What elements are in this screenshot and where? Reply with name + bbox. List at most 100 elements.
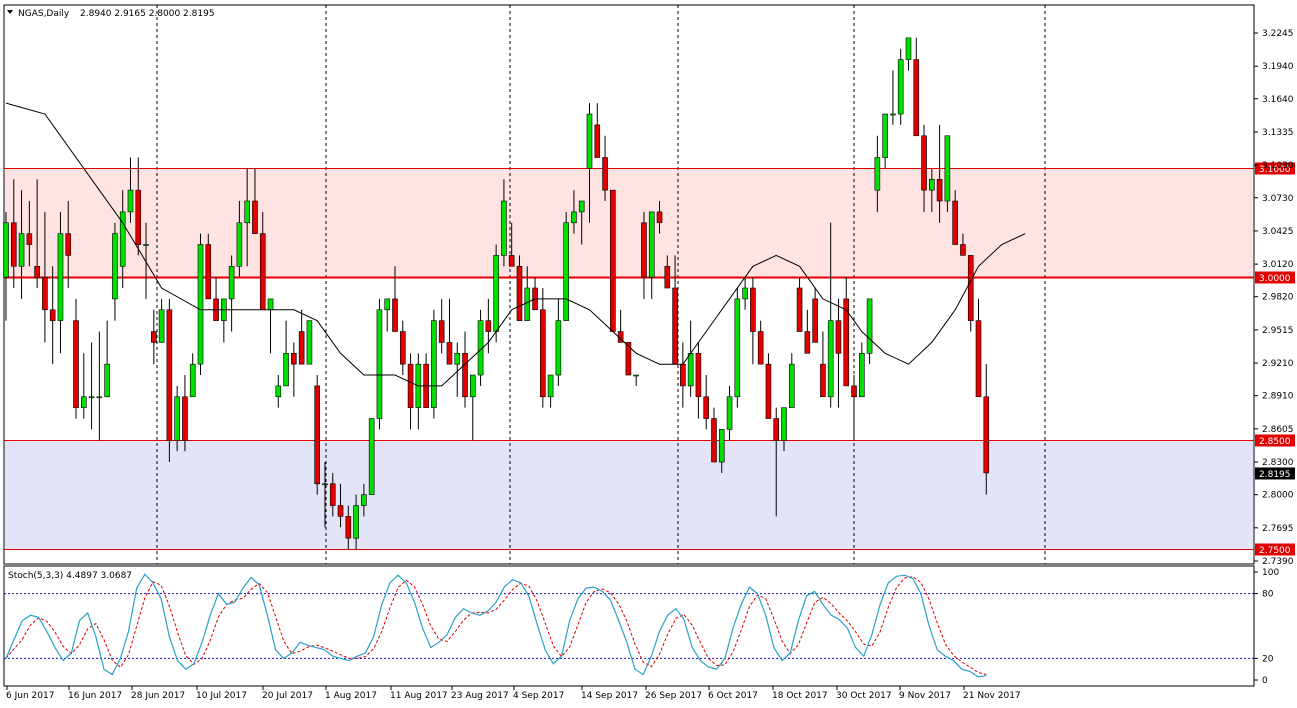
bull-candle[interactable] [57,233,64,321]
bull-candle[interactable] [454,352,461,365]
bull-candle[interactable] [555,320,562,376]
bear-candle[interactable] [49,309,56,321]
bull-candle[interactable] [866,298,873,354]
bear-candle[interactable] [151,331,157,343]
bull-candle[interactable] [112,233,118,300]
bull-candle[interactable] [578,200,585,213]
bear-candle[interactable] [641,222,647,278]
bear-candle[interactable] [602,157,608,191]
bear-candle[interactable] [711,418,717,463]
bull-candle[interactable] [361,494,367,506]
bear-candle[interactable] [750,287,756,332]
bear-candle[interactable] [540,309,546,398]
bear-candle[interactable] [983,396,990,474]
bull-candle[interactable] [633,374,639,377]
bull-candle[interactable] [501,200,507,256]
bull-candle[interactable] [267,298,274,311]
bear-candle[interactable] [812,298,818,343]
bear-candle[interactable] [967,255,974,321]
bull-candle[interactable] [648,211,655,278]
bull-candle[interactable] [127,189,134,213]
bull-candle[interactable] [687,352,694,387]
bull-candle[interactable] [563,222,569,321]
bull-candle[interactable] [882,113,888,158]
bull-candle[interactable] [469,374,476,398]
bear-candle[interactable] [952,200,958,245]
bear-candle[interactable] [166,309,173,441]
bear-candle[interactable] [936,178,943,202]
bear-candle[interactable] [516,265,523,321]
bear-candle[interactable] [921,135,927,191]
bear-candle[interactable] [438,320,445,343]
bear-candle[interactable] [656,211,663,224]
trading-chart[interactable]: 3.10003.00002.85002.75003.22453.19403.16… [0,0,1297,708]
price-panel[interactable]: 3.10003.00002.85002.75003.22453.19403.16… [3,4,1296,567]
bull-candle[interactable] [174,396,180,441]
bull-candle[interactable] [897,59,904,115]
bear-candle[interactable] [960,244,966,256]
bear-candle[interactable] [913,59,920,137]
bear-candle[interactable] [610,189,616,332]
bull-candle[interactable] [88,396,95,399]
bear-candle[interactable] [345,516,352,539]
bear-candle[interactable] [392,298,398,332]
bull-candle[interactable] [726,396,733,430]
bull-candle[interactable] [368,418,375,495]
bear-candle[interactable] [73,320,79,408]
bull-candle[interactable] [718,429,725,463]
bear-candle[interactable] [680,363,686,387]
bull-candle[interactable] [81,396,87,408]
stochastic-panel[interactable]: 100 80 20 0 [3,565,1279,687]
bull-candle[interactable] [353,505,359,539]
bull-candle[interactable] [104,363,110,398]
bear-candle[interactable] [135,189,142,245]
bull-candle[interactable] [858,352,865,398]
bull-candle[interactable] [275,385,282,398]
bear-candle[interactable] [298,331,305,365]
bull-candle[interactable] [874,157,881,191]
bull-candle[interactable] [524,287,531,321]
bear-candle[interactable] [291,352,297,365]
bear-candle[interactable] [508,255,515,267]
bear-candle[interactable] [26,233,33,245]
bull-candle[interactable] [236,222,243,267]
bull-candle[interactable] [244,200,250,224]
bear-candle[interactable] [462,352,468,398]
bear-candle[interactable] [205,244,212,300]
bear-candle[interactable] [10,222,17,267]
bear-candle[interactable] [252,200,258,234]
bear-candle[interactable] [851,385,857,398]
bear-candle[interactable] [773,418,780,441]
bear-candle[interactable] [407,363,414,408]
bull-candle[interactable] [384,298,391,311]
bull-candle[interactable] [376,309,383,419]
bear-candle[interactable] [399,331,406,365]
bull-candle[interactable] [431,320,437,408]
bull-candle[interactable] [742,287,748,300]
bull-candle[interactable] [944,135,951,202]
bull-candle[interactable] [189,363,196,398]
bear-candle[interactable] [314,385,321,485]
bull-candle[interactable] [547,374,554,398]
bull-candle[interactable] [827,320,834,398]
bear-candle[interactable] [664,265,671,289]
bear-candle[interactable] [804,331,811,354]
bull-candle[interactable] [929,178,935,191]
bull-candle[interactable] [586,113,593,169]
bear-candle[interactable] [594,124,601,158]
bear-candle[interactable] [835,320,842,354]
bull-candle[interactable] [571,211,577,224]
bear-candle[interactable] [796,287,803,332]
bear-candle[interactable] [337,505,344,517]
bull-candle[interactable] [228,265,235,300]
bull-candle[interactable] [734,298,741,398]
bull-candle[interactable] [283,352,289,387]
bull-candle[interactable] [322,483,328,486]
bear-candle[interactable] [672,287,678,365]
bull-candle[interactable] [493,255,499,332]
bear-candle[interactable] [34,265,40,278]
bull-candle[interactable] [905,37,912,60]
bear-candle[interactable] [329,483,336,506]
bear-candle[interactable] [695,352,702,398]
bull-candle[interactable] [306,320,313,365]
